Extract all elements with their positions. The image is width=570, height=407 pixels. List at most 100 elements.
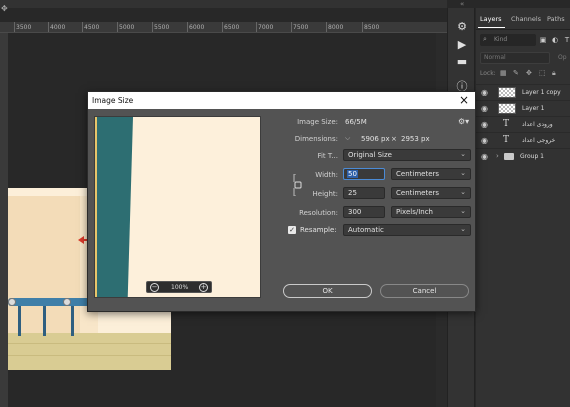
- visibility-eye-icon[interactable]: ◉: [481, 152, 488, 161]
- height-unit-select[interactable]: Centimeters ⌄: [391, 187, 471, 199]
- resolution-input[interactable]: 300: [343, 206, 385, 218]
- resample-select[interactable]: Automatic ⌄: [343, 224, 471, 236]
- lock-transparency-icon[interactable]: ▦: [500, 69, 507, 77]
- expand-chevron-icon[interactable]: ›: [496, 152, 499, 160]
- layer-thumbnail: [498, 87, 516, 98]
- zoom-in-icon[interactable]: +: [199, 283, 208, 292]
- close-icon[interactable]: ×: [459, 93, 469, 107]
- blend-mode-select[interactable]: Normal: [480, 52, 550, 64]
- visibility-eye-icon[interactable]: ◉: [481, 136, 488, 145]
- lock-label: Lock:: [480, 70, 496, 77]
- resample-label: Resample:: [300, 226, 337, 234]
- ruler-tick: 5000: [119, 24, 135, 31]
- height-label: Height:: [312, 190, 339, 198]
- text-layer-icon: T: [503, 135, 510, 145]
- layer-filter-placeholder: Kind: [494, 36, 508, 43]
- gear-icon[interactable]: ⚙▾: [458, 117, 469, 126]
- preview-edge: [95, 117, 97, 297]
- layer-name: Group 1: [520, 153, 544, 160]
- floor-shape: [8, 333, 171, 370]
- active-tab-indicator: [478, 27, 505, 28]
- chevron-down-icon[interactable]: ⌵: [345, 134, 350, 143]
- tab-layers[interactable]: Layers: [480, 15, 502, 23]
- height-input[interactable]: 25: [343, 187, 385, 199]
- lock-artboard-icon[interactable]: ⬚: [539, 69, 546, 77]
- image-size-dialog: Image Size × − 100% + Image Size: 66/5M …: [87, 91, 476, 312]
- fit-to-value: Original Size: [348, 151, 392, 159]
- text-filter-icon[interactable]: T: [562, 35, 570, 45]
- lock-paint-icon[interactable]: ✎: [513, 69, 519, 77]
- lock-position-icon[interactable]: ✥: [526, 69, 532, 77]
- resample-checkbox[interactable]: ✓: [288, 226, 296, 234]
- lock-all-icon[interactable]: 🔒︎: [552, 69, 556, 78]
- image-preview[interactable]: − 100% +: [94, 116, 261, 298]
- layer-row[interactable]: ◉ T ورودی اعداد: [476, 116, 570, 132]
- layer-row[interactable]: ◉ › Group 1: [476, 148, 570, 164]
- layers-panel: Layers Channels Paths ⌕ Kind ▣ ◐ T Norma…: [476, 8, 570, 407]
- rail-knob: [8, 298, 16, 306]
- horizontal-ruler: 3500 4000 4500 5000 5500 6000 6500 7000 …: [0, 22, 447, 33]
- image-size-label: Image Size:: [297, 118, 338, 126]
- comment-icon[interactable]: ▬: [455, 55, 469, 69]
- adjust-icon[interactable]: ⚙: [455, 20, 469, 34]
- width-label: Width:: [315, 171, 338, 179]
- ruler-tick: 4500: [84, 24, 100, 31]
- resolution-label: Resolution:: [299, 209, 338, 217]
- image-filter-icon[interactable]: ▣: [538, 35, 548, 45]
- cancel-button[interactable]: Cancel: [380, 284, 469, 298]
- chevron-down-icon: ⌄: [460, 150, 466, 158]
- blend-mode-value: Normal: [484, 54, 506, 61]
- rail-post: [18, 306, 21, 336]
- fit-to-select[interactable]: Original Size ⌄: [343, 149, 471, 161]
- layer-name: Layer 1 copy: [522, 89, 561, 96]
- visibility-eye-icon[interactable]: ◉: [481, 104, 488, 113]
- play-icon[interactable]: ▶: [455, 38, 469, 52]
- rail-knob: [63, 298, 71, 306]
- layer-row[interactable]: ◉ Layer 1: [476, 100, 570, 116]
- zoom-level: 100%: [171, 284, 189, 291]
- collapse-panels-icon[interactable]: «: [460, 0, 472, 8]
- zoom-out-icon[interactable]: −: [150, 283, 159, 292]
- resolution-unit-select[interactable]: Pixels/Inch ⌄: [391, 206, 471, 218]
- vertical-ruler: [0, 33, 8, 407]
- height-value: 25: [348, 189, 357, 197]
- dimensions-label: Dimensions:: [294, 135, 338, 143]
- width-input[interactable]: 50: [343, 168, 385, 180]
- chevron-down-icon: ⌄: [460, 207, 466, 215]
- ruler-tick: 7000: [258, 24, 274, 31]
- ruler-tick: 4000: [50, 24, 66, 31]
- folder-icon: [504, 153, 514, 160]
- text-layer-icon: T: [503, 119, 510, 129]
- ruler-tick: 8000: [328, 24, 344, 31]
- width-unit-select[interactable]: Centimeters ⌄: [391, 168, 471, 180]
- preview-teal-shape: [95, 117, 133, 297]
- resolution-value: 300: [348, 208, 362, 216]
- visibility-eye-icon[interactable]: ◉: [481, 120, 488, 129]
- tab-paths[interactable]: Paths: [547, 15, 565, 23]
- ruler-tick: 8500: [364, 24, 380, 31]
- width-value: 50: [347, 170, 358, 178]
- layer-filter-input[interactable]: ⌕ Kind: [480, 34, 536, 46]
- dialog-titlebar[interactable]: Image Size ×: [88, 92, 475, 109]
- visibility-eye-icon[interactable]: ◉: [481, 88, 488, 97]
- layer-name: خروجی اعداد: [522, 137, 556, 144]
- move-tool-icon[interactable]: ✥: [1, 5, 9, 13]
- layer-row[interactable]: ◉ Layer 1 copy: [476, 84, 570, 100]
- chevron-down-icon: ⌄: [460, 225, 466, 233]
- opacity-label: Op: [558, 54, 567, 61]
- height-unit-value: Centimeters: [396, 189, 440, 197]
- ruler-tick: 6500: [224, 24, 240, 31]
- rail-post: [71, 306, 74, 336]
- fit-to-label: Fit T...: [317, 152, 338, 160]
- top-strip: [0, 0, 447, 8]
- dimensions-x: ×: [391, 135, 397, 143]
- lock-row: Lock: ▦ ✎ ✥ ⬚ 🔒︎: [480, 68, 570, 80]
- ok-button[interactable]: OK: [283, 284, 372, 298]
- ruler-tick: 7500: [293, 24, 309, 31]
- resolution-unit-value: Pixels/Inch: [396, 208, 433, 216]
- tab-channels[interactable]: Channels: [511, 15, 541, 23]
- layer-row[interactable]: ◉ T خروجی اعداد: [476, 132, 570, 148]
- resample-value: Automatic: [348, 226, 384, 234]
- adjustment-filter-icon[interactable]: ◐: [550, 35, 560, 45]
- dimensions-width: 5906 px: [361, 135, 390, 143]
